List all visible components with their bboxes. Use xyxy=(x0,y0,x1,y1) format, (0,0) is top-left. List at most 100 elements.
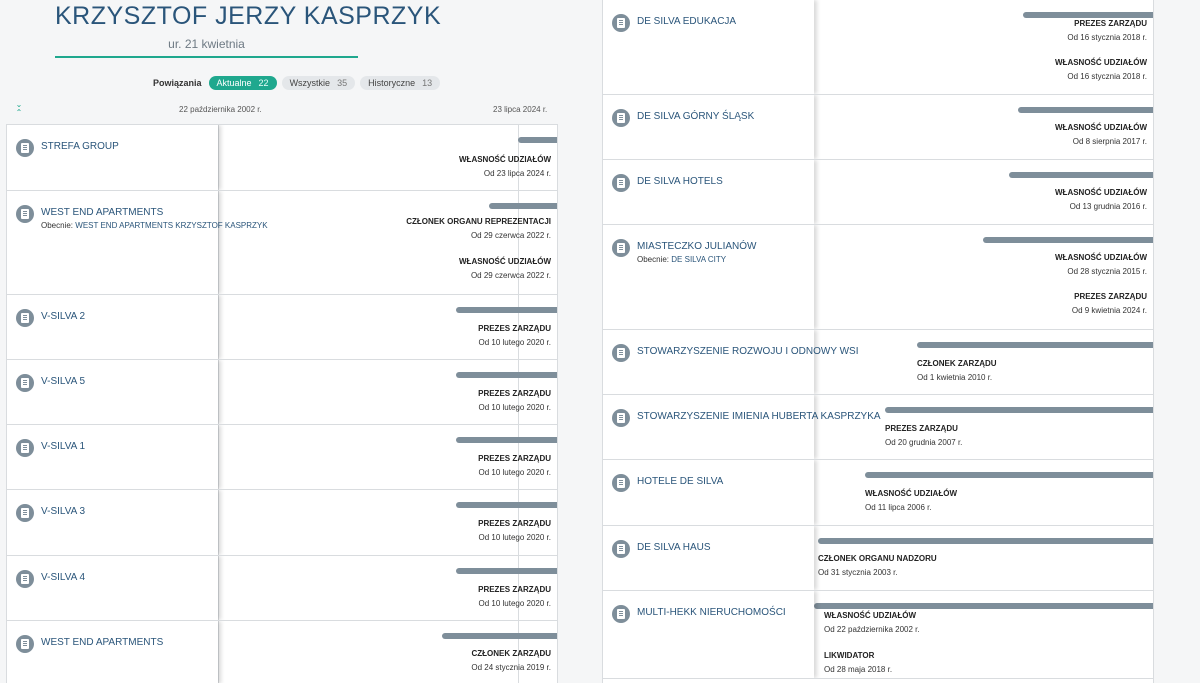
entity-name-link[interactable]: WEST END APARTMENTS xyxy=(41,637,163,648)
connection-row: DE SILVA HAUS CZŁONEK ORGANU NADZORU Od 31… xyxy=(603,526,1153,591)
entity-name-link[interactable]: WEST END APARTMENTS xyxy=(41,207,163,218)
relation-timeline-bar[interactable] xyxy=(518,137,557,143)
entity-card[interactable]: DE SILVA EDUKACJA xyxy=(603,0,814,94)
relation-title: WŁASNOŚĆ UDZIAŁÓW xyxy=(1055,123,1147,132)
relation-info: PREZES ZARZĄDU Od 16 stycznia 2018 r. xyxy=(1067,17,1147,45)
entity-name-link[interactable]: STREFA GROUP xyxy=(41,141,119,152)
connection-row: STOWARZYSZENIE IMIENIA HUBERTA KASPRZYKA… xyxy=(603,395,1153,460)
entity-card[interactable]: MIASTECZKO JULIANÓW Obecnie: DE SILVA CIT… xyxy=(603,225,814,329)
building-icon xyxy=(612,174,630,192)
tab-current-label: Aktualne xyxy=(216,77,252,88)
current-name-link[interactable]: DE SILVA CITY xyxy=(671,255,726,264)
relation-info: WŁASNOŚĆ UDZIAŁÓW Od 28 stycznia 2015 r. xyxy=(1055,251,1147,279)
entity-name-link[interactable]: DE SILVA EDUKACJA xyxy=(637,16,736,27)
entity-name-link[interactable]: MIASTECZKO JULIANÓW xyxy=(637,241,756,252)
tab-current-count: 22 xyxy=(258,77,269,88)
relation-timeline-bar[interactable] xyxy=(456,568,557,574)
entity-card[interactable]: V-SILVA 3 xyxy=(7,490,218,555)
entity-name-link[interactable]: MULTI-HEKK NIERUCHOMOŚCI xyxy=(637,607,786,618)
relation-title: PREZES ZARZĄDU xyxy=(478,324,551,333)
entity-name-link[interactable]: V-SILVA 1 xyxy=(41,441,85,452)
relation-info: PREZES ZARZĄDU Od 9 kwietnia 2024 r. xyxy=(1072,290,1147,318)
connection-row: STOWARZYSZENIE ROZWOJU I ODNOWY WSI CZŁON… xyxy=(603,330,1153,395)
connection-row: V-SILVA 4 PREZES ZARZĄDU Od 10 lutego 2020… xyxy=(7,556,557,621)
relation-title: WŁASNOŚĆ UDZIAŁÓW xyxy=(459,155,551,164)
relation-timeline-bar[interactable] xyxy=(456,307,557,313)
connection-row: DE SILVA EDUKACJA PREZES ZARZĄDU Od 16 sty… xyxy=(603,0,1153,95)
relation-title: PREZES ZARZĄDU xyxy=(478,454,551,463)
tab-current[interactable]: Aktualne 22 xyxy=(208,75,277,90)
connection-row: DE SILVA GÓRNY ŚLĄSK WŁASNOŚĆ UDZIAŁÓW Od … xyxy=(603,95,1153,160)
relation-timeline-bar[interactable] xyxy=(456,437,557,443)
connection-row: DE SILVA HOTELS WŁASNOŚĆ UDZIAŁÓW Od 13 gr… xyxy=(603,160,1153,225)
axis-end-label: 23 lipca 2024 r. xyxy=(493,105,548,114)
entity-card[interactable]: V-SILVA 2 xyxy=(7,295,218,359)
entity-card[interactable]: DE SILVA HOTELS xyxy=(603,160,814,224)
entity-name-link[interactable]: V-SILVA 3 xyxy=(41,506,85,517)
entity-card[interactable]: DE SILVA HAUS xyxy=(603,526,814,590)
relation-title: CZŁONEK ORGANU REPREZENTACJI xyxy=(406,217,551,226)
tab-historical[interactable]: Historyczne 13 xyxy=(360,75,441,90)
entity-name-link[interactable]: HOTELE DE SILVA xyxy=(637,476,723,487)
relation-timeline-bar[interactable] xyxy=(983,237,1153,243)
entity-name-link[interactable]: V-SILVA 4 xyxy=(41,572,85,583)
entity-name-link[interactable]: V-SILVA 2 xyxy=(41,311,85,322)
entity-card[interactable]: HOTELE DE SILVA xyxy=(603,460,814,525)
relation-date: Od 9 kwietnia 2024 r. xyxy=(1071,306,1147,315)
connection-row: V-SILVA 2 PREZES ZARZĄDU Od 10 lutego 2020… xyxy=(7,295,557,360)
entity-card[interactable]: STREFA GROUP xyxy=(7,125,218,190)
relation-info: WŁASNOŚĆ UDZIAŁÓW Od 22 października 2002… xyxy=(824,609,920,637)
entity-card[interactable]: V-SILVA 5 xyxy=(7,360,218,424)
relation-timeline-bar[interactable] xyxy=(818,538,1153,544)
relation-timeline-bar[interactable] xyxy=(1009,172,1153,178)
birth-date: ur. 21 kwietnia xyxy=(168,37,245,51)
building-icon xyxy=(612,109,630,127)
relation-date: Od 29 czerwca 2022 r. xyxy=(470,271,551,280)
relation-info: PREZES ZARZĄDU Od 10 lutego 2020 r. xyxy=(478,583,551,611)
entity-name-link[interactable]: V-SILVA 5 xyxy=(41,376,85,387)
chevron-up-icon: ⌃ xyxy=(15,108,23,117)
relation-timeline-bar[interactable] xyxy=(1018,107,1153,113)
relation-info: WŁASNOŚĆ UDZIAŁÓW Od 11 lipca 2006 r. xyxy=(865,487,957,515)
entity-card[interactable]: MULTI-HEKK NIERUCHOMOŚCI xyxy=(603,591,814,678)
building-icon xyxy=(16,374,34,392)
relation-timeline-bar[interactable] xyxy=(442,633,557,639)
building-icon xyxy=(612,14,630,32)
collapse-toggle[interactable]: ⌄ ⌃ xyxy=(14,101,24,121)
entity-card[interactable]: WEST END APARTMENTS xyxy=(7,621,218,683)
tab-all[interactable]: Wszystkie 35 xyxy=(281,75,356,90)
current-name-link[interactable]: WEST END APARTMENTS KRZYSZTOF KASPRZYK xyxy=(75,221,267,230)
relation-timeline-bar[interactable] xyxy=(456,502,557,508)
entity-name-link[interactable]: STOWARZYSZENIE ROZWOJU I ODNOWY WSI xyxy=(637,346,858,357)
connection-row: HOTELE DE SILVA WŁASNOŚĆ UDZIAŁÓW Od 11 li… xyxy=(603,460,1153,526)
relation-timeline-bar[interactable] xyxy=(885,407,1153,413)
relation-date: Od 8 sierpnia 2017 r. xyxy=(1072,137,1147,146)
relation-title: PREZES ZARZĄDU xyxy=(1074,292,1147,301)
relation-date: Od 24 stycznia 2019 r. xyxy=(471,663,551,672)
entity-card[interactable]: STOWARZYSZENIE IMIENIA HUBERTA KASPRZYKA xyxy=(603,395,881,459)
entity-card[interactable]: V-SILVA 1 xyxy=(7,425,218,489)
relation-timeline-bar[interactable] xyxy=(865,472,1153,478)
relation-timeline-bar[interactable] xyxy=(917,342,1153,348)
entity-card[interactable]: WEST END APARTMENTS Obecnie: WEST END APA… xyxy=(7,191,268,294)
entity-name-link[interactable]: DE SILVA HAUS xyxy=(637,542,711,553)
building-icon xyxy=(16,504,34,522)
entity-name-link[interactable]: DE SILVA GÓRNY ŚLĄSK xyxy=(637,111,754,122)
relation-title: WŁASNOŚĆ UDZIAŁÓW xyxy=(1055,253,1147,262)
building-icon xyxy=(612,540,630,558)
relation-info: WŁASNOŚĆ UDZIAŁÓW Od 8 sierpnia 2017 r. xyxy=(1055,121,1147,149)
entity-card[interactable]: V-SILVA 4 xyxy=(7,556,218,620)
building-icon xyxy=(16,635,34,653)
entity-card[interactable]: DE SILVA GÓRNY ŚLĄSK xyxy=(603,95,814,159)
entity-card[interactable]: STOWARZYSZENIE ROZWOJU I ODNOWY WSI xyxy=(603,330,858,394)
tab-all-label: Wszystkie xyxy=(289,77,331,88)
axis-start-label: 22 października 2002 r. xyxy=(179,105,262,114)
entity-name-link[interactable]: STOWARZYSZENIE IMIENIA HUBERTA KASPRZYKA xyxy=(637,411,881,422)
relation-title: CZŁONEK ORGANU NADZORU xyxy=(818,554,937,563)
relation-timeline-bar[interactable] xyxy=(456,372,557,378)
relation-filters: Powiązania Aktualne 22 Wszystkie 35 Hist… xyxy=(153,75,441,90)
relation-timeline-bar[interactable] xyxy=(489,203,557,209)
building-icon xyxy=(16,570,34,588)
building-icon xyxy=(612,409,630,427)
entity-name-link[interactable]: DE SILVA HOTELS xyxy=(637,176,723,187)
